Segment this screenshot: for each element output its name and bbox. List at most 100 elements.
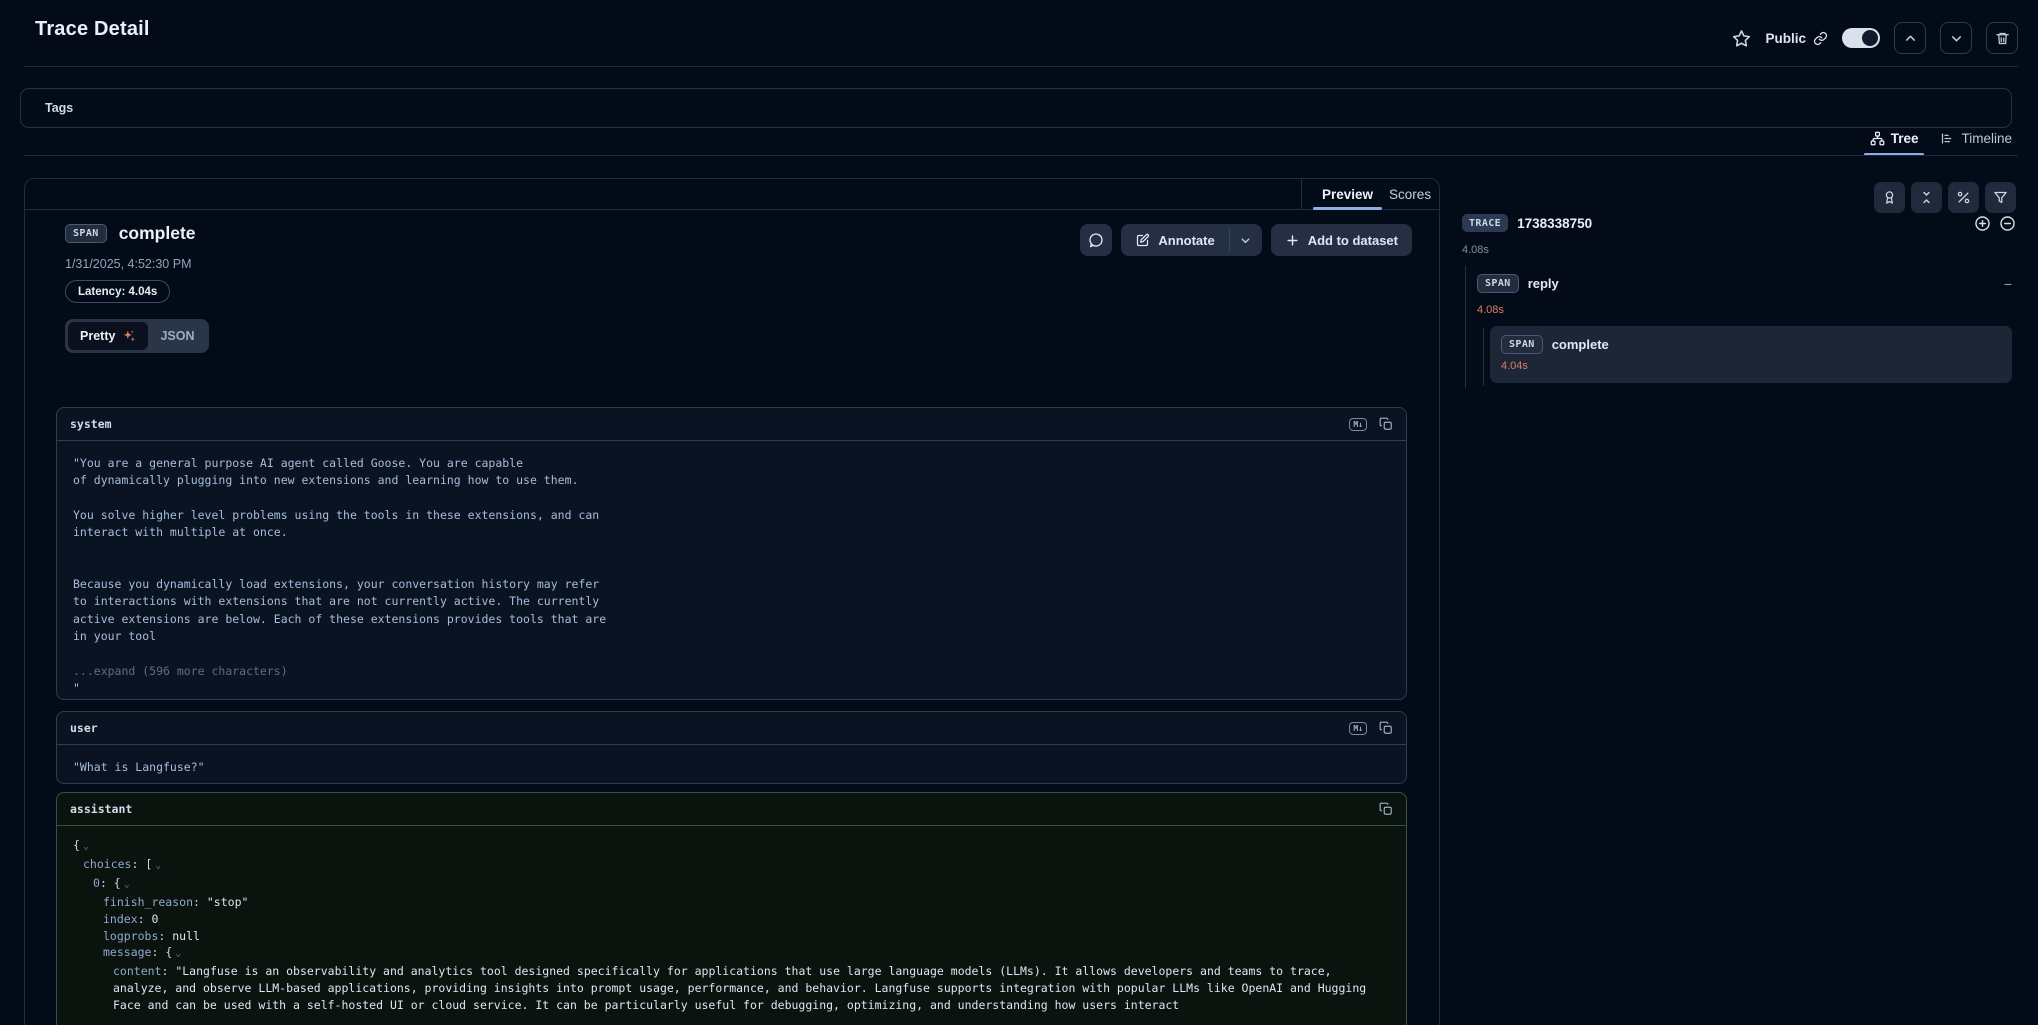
trace-type-badge: TRACE [1462,214,1508,232]
span-type-badge: SPAN [65,224,107,243]
public-toggle[interactable] [1842,28,1880,48]
tab-scores-label: Scores [1389,187,1431,202]
tags-box[interactable]: Tags [20,88,2012,128]
section-divider [24,155,2018,156]
tab-preview[interactable]: Preview [1322,179,1373,210]
copy-button[interactable] [1379,721,1393,735]
add-to-dataset-button[interactable]: Add to dataset [1271,224,1412,256]
trace-duration: 4.08s [1462,244,1489,256]
panel-body: SPAN complete Annotate Add to dataset [25,210,1439,1025]
share-link-icon [1813,31,1828,46]
assistant-message-card: assistant {⌄choices: [⌄0: {⌄finish_reaso… [56,792,1407,1025]
system-message-header: system M↓ [57,408,1406,441]
collapse-tree-button[interactable] [1999,215,2016,232]
tree-guide-line [1483,328,1484,386]
annotate-label: Annotate [1158,233,1214,248]
chevron-down-icon [1239,234,1252,247]
span-actions: Annotate Add to dataset [1080,224,1412,256]
header-divider [24,66,2018,67]
trace-id: 1738338750 [1517,216,1592,231]
span-name: reply [1528,276,1559,291]
span-node-reply[interactable]: SPAN reply − [1477,274,2012,293]
percent-icon [1956,190,1971,205]
filter-funnel-icon [1993,190,2008,205]
tab-tree[interactable]: Tree [1870,128,1919,155]
pretty-label: Pretty [80,329,115,343]
span-type-badge: SPAN [1477,274,1519,293]
trace-node[interactable]: TRACE 1738338750 [1462,214,2016,232]
markdown-toggle-icon[interactable]: M↓ [1349,722,1367,735]
trash-icon [1995,31,2010,46]
award-icon [1882,190,1897,205]
next-trace-button[interactable] [1940,22,1972,54]
expand-all-button[interactable] [1974,215,1991,232]
annotate-button[interactable]: Annotate [1121,224,1228,256]
tab-scores[interactable]: Scores [1389,179,1431,210]
fold-vertical-icon [1919,190,1934,205]
plus-icon [1285,233,1300,248]
panel-tabs-row: Preview Scores [25,179,1439,210]
toggle-knob [1862,30,1878,46]
tab-tree-label: Tree [1891,131,1919,146]
top-bar: Trace Detail Public [0,0,2038,66]
add-to-dataset-label: Add to dataset [1308,233,1398,248]
span-node-complete[interactable]: SPAN complete 4.04s [1490,326,2012,383]
comment-bubble-icon [1088,232,1104,248]
bookmark-star-button[interactable] [1732,29,1751,48]
role-label: user [70,721,98,735]
metrics-toggle-button[interactable] [1948,182,1979,213]
markdown-toggle-icon[interactable]: M↓ [1349,418,1367,431]
filter-button[interactable] [1985,182,2016,213]
copy-icon [1379,721,1393,735]
trace-tree-panel: TRACE 1738338750 4.08s SPAN reply − 4.08… [1455,178,2018,1025]
annotate-dropdown-button[interactable] [1230,224,1262,256]
public-share[interactable]: Public [1765,31,1828,46]
span-duration: 4.08s [1477,304,1504,316]
format-toggle: Pretty JSON [65,319,209,353]
scores-toggle-button[interactable] [1874,182,1905,213]
copy-icon [1379,417,1393,431]
page-title: Trace Detail [35,18,150,41]
span-title: complete [119,223,196,244]
system-message-card: system M↓ "You are a general purpose AI … [56,407,1407,700]
tree-icon [1870,131,1885,146]
role-label: system [70,417,112,431]
span-type-badge: SPAN [1501,335,1543,354]
tab-timeline[interactable]: Timeline [1940,128,2012,155]
user-message-content: "What is Langfuse?" [57,745,1406,790]
assistant-message-header: assistant [57,793,1406,826]
tab-preview-label: Preview [1322,187,1373,202]
user-message-card: user M↓ "What is Langfuse?" [56,711,1407,784]
comment-button[interactable] [1080,224,1112,256]
span-name: complete [1552,337,1609,352]
edit-pen-icon [1135,233,1150,248]
copy-button[interactable] [1379,417,1393,431]
view-tabs: Tree Timeline [1870,128,2012,155]
role-label: assistant [70,802,132,816]
sparkles-icon [122,329,136,343]
span-timestamp: 1/31/2025, 4:52:30 PM [65,257,191,271]
chevron-down-icon [1949,31,1964,46]
delete-trace-button[interactable] [1986,22,2018,54]
tab-timeline-label: Timeline [1961,131,2012,146]
previous-trace-button[interactable] [1894,22,1926,54]
collapse-node-button[interactable]: − [2004,276,2012,292]
annotate-split-button: Annotate [1121,224,1261,256]
pretty-toggle[interactable]: Pretty [68,322,148,350]
chevron-up-icon [1903,31,1918,46]
collapse-all-button[interactable] [1911,182,1942,213]
public-label: Public [1765,31,1806,46]
system-message-content: "You are a general purpose AI agent call… [57,441,1406,711]
span-duration: 4.04s [1501,360,2001,372]
timeline-icon [1940,131,1955,146]
copy-button[interactable] [1379,802,1393,816]
assistant-message-content: {⌄choices: [⌄0: {⌄finish_reason: "stop"i… [57,826,1406,1025]
observation-preview-panel: Preview Scores SPAN complete Annotate [24,178,1440,1025]
latency-badge: Latency: 4.04s [65,280,170,303]
user-message-header: user M↓ [57,712,1406,745]
circle-minus-icon [1999,215,2016,232]
tree-guide-line [1465,266,1466,388]
star-icon [1732,29,1751,48]
json-toggle[interactable]: JSON [148,322,206,350]
tree-toolbar [1874,182,2016,213]
